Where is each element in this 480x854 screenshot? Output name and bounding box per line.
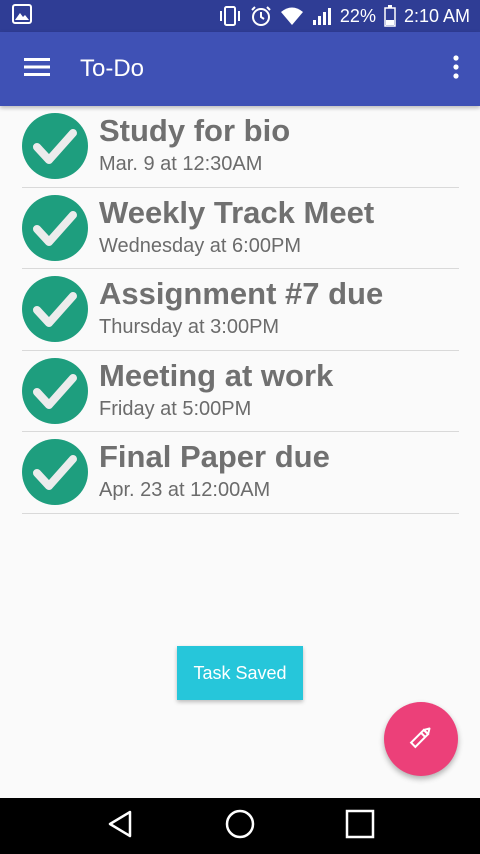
task-saved-toast: Task Saved [177, 646, 303, 700]
status-time: 2:10 AM [403, 5, 470, 26]
task-title: Meeting at work [99, 357, 334, 393]
back-triangle-icon [106, 809, 134, 844]
system-nav-bar [0, 798, 480, 854]
task-time: Mar. 9 at 12:30AM [99, 153, 263, 176]
task-text: Assignment #7 due Thursday at 3:00PM [99, 276, 383, 342]
signal-icon [312, 6, 332, 26]
home-circle-icon [224, 808, 256, 845]
recents-button[interactable] [330, 798, 390, 854]
task-time: Thursday at 3:00PM [99, 316, 280, 339]
task-time: Wednesday at 6:00PM [99, 234, 301, 257]
check-circle-icon[interactable] [22, 276, 88, 343]
alarm-icon [250, 5, 272, 27]
check-circle-icon[interactable] [22, 194, 88, 261]
app-bar: To-Do [0, 32, 480, 106]
check-circle-icon[interactable] [22, 113, 88, 180]
menu-button[interactable] [0, 32, 74, 106]
task-row[interactable]: Meeting at work Friday at 5:00PM [22, 351, 459, 432]
add-task-fab[interactable] [384, 702, 458, 776]
status-bar: 22% 2:10 AM [0, 0, 480, 32]
hamburger-menu-icon [24, 57, 50, 82]
task-time: Apr. 23 at 12:00AM [99, 479, 271, 502]
battery-percent: 22% [339, 5, 376, 26]
status-icons: 22% 2:10 AM [218, 5, 470, 27]
check-circle-icon[interactable] [22, 357, 88, 424]
overflow-menu-button[interactable] [432, 32, 480, 106]
task-title: Weekly Track Meet [99, 194, 375, 230]
home-button[interactable] [210, 798, 270, 854]
task-row[interactable]: Assignment #7 due Thursday at 3:00PM [22, 269, 459, 351]
check-circle-icon[interactable] [22, 439, 88, 506]
task-row[interactable]: Study for bio Mar. 9 at 12:30AM [22, 106, 459, 188]
recents-square-icon [345, 809, 375, 844]
task-text: Study for bio Mar. 9 at 12:30AM [99, 113, 290, 179]
vibrate-icon [218, 6, 242, 26]
wifi-icon [280, 6, 304, 26]
battery-icon [384, 5, 396, 27]
task-title: Study for bio [99, 113, 291, 149]
back-button[interactable] [90, 798, 150, 854]
task-list: Study for bio Mar. 9 at 12:30AM Weekly T… [22, 106, 459, 514]
more-vert-icon [453, 54, 459, 84]
task-row[interactable]: Final Paper due Apr. 23 at 12:00AM [22, 432, 459, 514]
task-text: Meeting at work Friday at 5:00PM [99, 358, 333, 424]
task-title: Final Paper due [99, 439, 330, 475]
task-time: Friday at 5:00PM [99, 397, 252, 420]
pencil-icon [407, 723, 435, 756]
image-icon [12, 3, 32, 29]
task-text: Weekly Track Meet Wednesday at 6:00PM [99, 195, 374, 261]
app-title: To-Do [80, 55, 145, 82]
task-title: Assignment #7 due [99, 276, 384, 312]
task-text: Final Paper due Apr. 23 at 12:00AM [99, 439, 330, 505]
task-row[interactable]: Weekly Track Meet Wednesday at 6:00PM [22, 188, 459, 269]
